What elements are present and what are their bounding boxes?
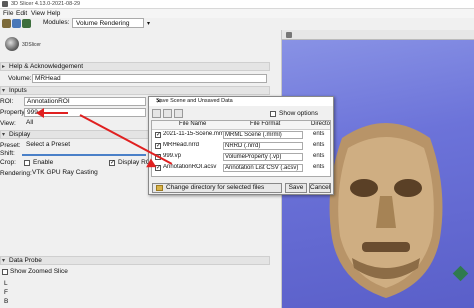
collapse-icon: ▾ (2, 88, 6, 94)
show-options-label: Show options (279, 110, 319, 117)
view-label: View: (0, 120, 16, 127)
file-format-select[interactable]: Annotation List CSV (.acsv) (223, 164, 303, 172)
file-format-select[interactable]: MRML Scene (.mrml) (223, 131, 303, 139)
save-dialog: Save Scene and Unsaved Data ✕ Show optio… (148, 96, 334, 195)
row-checkbox[interactable]: ✓ (155, 132, 161, 138)
slicer-logo-text: 3DSlicer (22, 42, 41, 48)
property-label: Property: (0, 109, 27, 116)
crop-enable-label: Enable (33, 159, 54, 166)
preset-label: Preset: (0, 142, 21, 149)
data-probe-section-header[interactable]: ▾ Data Probe (0, 256, 270, 265)
volume-rendered-head (329, 123, 443, 298)
file-name[interactable]: MRHead.nrrd (163, 142, 223, 148)
module-selector[interactable]: Volume Rendering (72, 18, 144, 28)
preset-selector-value: Select a Preset (26, 141, 71, 148)
roi-label: ROI: (0, 98, 14, 105)
file-format-select[interactable]: NRRD (.nrrd) (223, 142, 303, 150)
save-button[interactable]: Save (285, 183, 307, 193)
show-zoomed-checkbox[interactable] (2, 269, 8, 275)
save-dialog-titlebar: Save Scene and Unsaved Data ✕ (149, 97, 333, 106)
show-options-checkbox[interactable] (270, 111, 276, 117)
pin-icon[interactable] (286, 32, 292, 38)
menu-view[interactable]: View (31, 10, 45, 17)
expand-icon: ▸ (2, 64, 6, 70)
files-table: File Name File Format Directory ✓ 2021-1… (151, 120, 331, 177)
inputs-section-title: Inputs (9, 87, 27, 94)
menu-bar: File Edit View Help (0, 9, 474, 18)
data-probe-section-title: Data Probe (9, 257, 42, 264)
save-scene-package-icon[interactable] (174, 109, 183, 118)
3d-view-controller-bar (282, 30, 474, 40)
arrowhead-icon (36, 108, 44, 118)
probe-letter-l: L (4, 280, 8, 287)
volume-selector-value: MRHead (35, 75, 61, 82)
file-name[interactable]: 2021-11-15-Scene.mrml (163, 131, 223, 137)
collapse-icon: ▾ (2, 258, 6, 264)
close-icon[interactable]: ✕ (156, 97, 330, 105)
menu-edit[interactable]: Edit (16, 10, 27, 17)
select-modified-icon[interactable] (163, 109, 172, 118)
file-name[interactable]: 999.vp (163, 153, 223, 159)
modules-label: Modules: (43, 19, 70, 26)
roi-selector-value: AnnotationROI (27, 98, 70, 105)
menu-help[interactable]: Help (47, 10, 60, 17)
crop-enable-checkbox[interactable] (24, 160, 30, 166)
change-directory-label: Change directory for selected files (166, 184, 265, 191)
volume-label: Volume: (8, 75, 32, 82)
directory[interactable]: ents (313, 153, 330, 159)
file-name[interactable]: AnnotationROI.acsv (163, 164, 223, 170)
probe-letter-f: F (4, 289, 8, 296)
show-zoomed-label: Show Zoomed Slice (10, 268, 68, 275)
menu-file[interactable]: File (3, 10, 13, 17)
save-icon[interactable] (12, 19, 21, 28)
rendering-selector-value: VTK GPU Ray Casting (32, 169, 98, 176)
rendering-label: Rendering: (0, 170, 32, 177)
module-list-icon[interactable] (22, 19, 31, 28)
display-roi-checkbox[interactable]: ✓ (109, 160, 115, 166)
column-header-file-format[interactable]: File Format (222, 121, 310, 130)
load-data-icon[interactable] (2, 19, 11, 28)
window-titlebar: 3D Slicer 4.13.0-2021-08-29 (0, 0, 474, 9)
directory[interactable]: ents (313, 131, 330, 137)
column-header-file-name[interactable]: File Name (152, 121, 222, 130)
file-format-select[interactable]: VolumeProperty (.vp) (223, 153, 303, 161)
rendering-selector[interactable]: VTK GPU Ray Casting (30, 169, 146, 178)
roi-selector[interactable]: AnnotationROI (24, 97, 146, 106)
help-section-header[interactable]: ▸ Help & Acknowledgement (0, 62, 270, 71)
select-all-icon[interactable] (152, 109, 161, 118)
shift-slider[interactable] (22, 154, 146, 156)
window-title: 3D Slicer 4.13.0-2021-08-29 (11, 1, 81, 7)
probe-letter-b: B (4, 298, 9, 305)
display-section-title: Display (9, 131, 31, 138)
view-selector-value: All (26, 119, 34, 126)
slicer-logo-icon (5, 37, 19, 51)
module-selector-value: Volume Rendering (76, 20, 130, 27)
folder-icon (156, 185, 163, 191)
view-selector[interactable]: All (24, 119, 146, 128)
annotation-arrow-property (40, 112, 68, 114)
cancel-button[interactable]: Cancel (309, 183, 331, 193)
column-header-directory[interactable]: Directory (310, 121, 330, 130)
directory[interactable]: ents (313, 164, 330, 170)
help-section-title: Help & Acknowledgement (9, 63, 84, 70)
chevron-down-icon[interactable]: ▾ (147, 20, 150, 27)
row-checkbox[interactable]: ✓ (155, 143, 161, 149)
crop-label: Crop: (0, 159, 16, 166)
collapse-icon: ▾ (2, 132, 6, 138)
directory[interactable]: ents (313, 142, 330, 148)
change-directory-button[interactable]: Change directory for selected files (152, 183, 282, 193)
shift-label: Shift: (0, 150, 15, 157)
inputs-section-header[interactable]: ▾ Inputs (0, 86, 270, 95)
slicer-app-icon (2, 1, 8, 7)
preset-selector[interactable]: Select a Preset (24, 141, 146, 150)
volume-selector[interactable]: MRHead (32, 74, 267, 83)
